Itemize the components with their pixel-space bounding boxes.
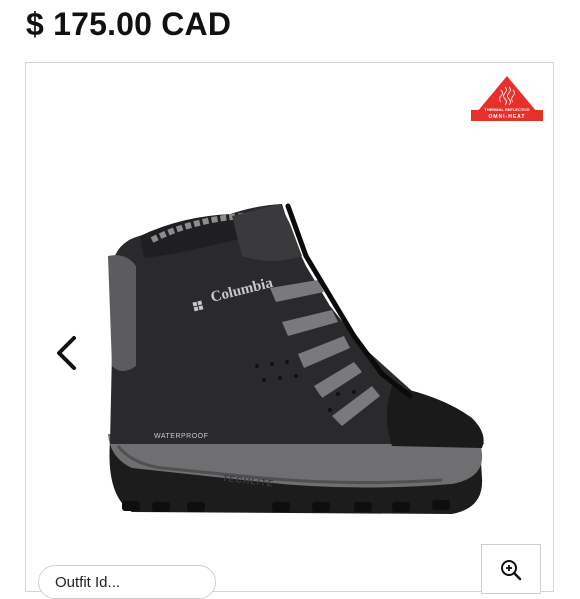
badge-line2: OMNI-HEAT	[489, 114, 526, 120]
zoom-button[interactable]	[481, 544, 541, 594]
magnifier-plus-icon	[501, 560, 522, 581]
chevron-left-icon	[57, 336, 76, 370]
boot-waterproof-text: WATERPROOF	[154, 433, 208, 440]
outfit-ideas-button[interactable]: Outfit Id...	[38, 565, 216, 599]
product-image-boot: TECHLITE Columbia WATERPROOF	[108, 203, 484, 514]
previous-image-button[interactable]	[48, 333, 84, 373]
badge-line1: THERMAL REFLECTIVE	[484, 107, 530, 112]
omni-heat-badge: THERMAL REFLECTIVE OMNI-HEAT	[471, 76, 543, 121]
product-price: $ 175.00 CAD	[26, 6, 232, 42]
